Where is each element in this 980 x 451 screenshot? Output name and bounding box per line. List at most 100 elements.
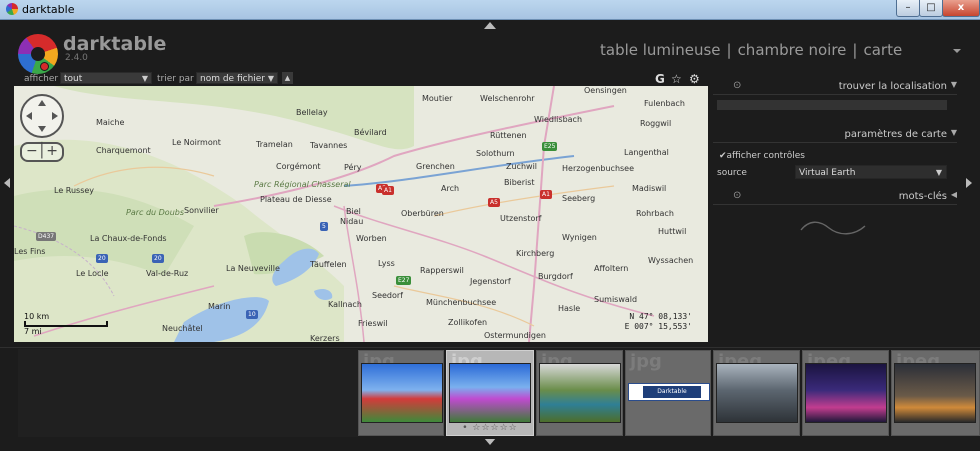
sort-order-button[interactable]: ▲ [282,72,293,84]
find-location-header[interactable]: ⊙ trouver la localisation ▼ [713,80,957,95]
top-panel-toggle-icon[interactable] [484,22,496,29]
pan-arrows-icon [26,100,58,132]
thumb-rating[interactable]: • ☆☆☆☆☆ [447,423,533,433]
map-place-label: Roggwil [640,119,672,128]
close-button[interactable]: x [942,0,980,17]
map-place-label: Wyssachen [648,256,694,265]
app-name: darktable [63,33,167,55]
tags-header[interactable]: ⊙ mots-clés ◀ [713,190,957,205]
chevron-down-icon: ▼ [141,74,148,83]
road-shield: A1 [382,186,394,195]
view-map[interactable]: carte [863,41,902,59]
map-place-label: Marin [208,302,231,311]
map-longitude: E 007° 15,553' [624,322,692,331]
right-panel: ⊙ trouver la localisation ▼ paramètres d… [713,78,957,235]
road-shield: 20 [96,254,108,263]
map-place-label: Le Locle [76,269,109,278]
filmstrip-thumb[interactable]: jpg [358,350,444,436]
map-place-label: Hasle [558,304,581,313]
maximize-button[interactable]: □ [919,0,943,17]
map-place-label: Rüttenen [490,131,527,140]
map-source-value: Virtual Earth [799,168,856,178]
map-place-label: Worben [356,234,387,243]
minimize-button[interactable]: – [896,0,920,17]
map-place-label: Zollikofen [448,318,488,327]
module-reset-icon[interactable]: ⊙ [733,80,741,91]
map-place-label: Charquemont [96,146,151,155]
map-place-label: Fulenbach [644,99,685,108]
map-source-select[interactable]: Virtual Earth ▼ [795,165,947,179]
map-place-label: Täuffelen [310,260,347,269]
scale-mi: 7 mi [24,327,42,336]
filmstrip-thumb[interactable]: jpeg [713,350,800,436]
map-place-label: Maiche [96,118,125,127]
map-place-label: La Chaux-de-Fonds [90,234,167,243]
map-zoom-control[interactable]: −│+ [20,142,64,162]
sort-label: trier par [157,74,194,84]
show-filter-select[interactable]: tout ▼ [60,72,152,84]
filmstrip-thumb[interactable]: jpeg [891,350,980,436]
left-panel-toggle-icon[interactable] [4,178,10,188]
map-scale-bar: 10 km 7 mi [24,312,108,336]
map-place-label: Langenthal [624,148,669,157]
window-title: darktable [22,3,75,16]
sort-value: nom de fichier [200,74,266,84]
map-pan-control[interactable] [20,94,64,138]
map-place-label: Bellelay [296,108,328,117]
map-place-label: Les Fins [14,247,46,256]
map-place-label: Le Noirmont [172,138,221,147]
map-place-label: Plateau de Diesse [260,195,332,204]
grouping-button[interactable]: G [655,72,665,86]
app-version: 2.4.0 [65,53,88,63]
module-reset-icon[interactable]: ⊙ [733,190,741,201]
filmstrip-thumb[interactable]: jpeg [802,350,889,436]
road-shield: 20 [152,254,164,263]
right-panel-toggle-icon[interactable] [966,178,972,188]
show-controls-checkbox[interactable]: ✔afficher contrôles [719,151,805,161]
road-shield: A1 [540,190,552,199]
map-place-label: Grenchen [416,162,455,171]
view-darkroom[interactable]: chambre noire [738,41,847,59]
map-place-label: Moutier [422,94,453,103]
map-place-label: Arch [441,184,460,193]
map-place-label: Oensingen [584,86,627,95]
map-place-label: Sumiswald [594,295,638,304]
zoom-out-icon[interactable]: − [26,143,38,159]
filmstrip-thumb[interactable]: jpg [536,350,623,436]
road-shield: E27 [396,276,412,285]
chevron-down-icon: ▼ [267,74,274,83]
map-canvas[interactable]: −│+ 10 km 7 mi N 47° 08,133' E 007° 15,5… [14,86,708,342]
thumb-image [716,363,798,423]
zoom-in-icon[interactable]: + [46,143,58,159]
window-titlebar: darktable – □ x [0,0,980,20]
map-place-label: Le Russey [54,186,95,195]
map-place-label: La Neuveville [226,264,280,273]
map-place-label: Oberbüren [401,209,444,218]
location-search-input[interactable] [717,100,947,110]
map-settings-title: paramètres de carte [844,129,947,140]
thumb-image [805,363,887,423]
map-settings-header[interactable]: paramètres de carte ▼ [713,128,957,143]
chevron-down-icon: ▼ [935,168,942,177]
show-filter-value: tout [64,74,83,84]
filmstrip-thumb[interactable]: jpg Darktable [625,350,711,436]
filmstrip-empty-area [18,349,358,437]
view-lighttable[interactable]: table lumineuse [600,41,721,59]
map-place-label: Frieswil [358,319,388,328]
map-place-label: Kirchberg [516,249,555,258]
preferences-gear-icon[interactable]: ⚙ [689,72,700,86]
decorative-swirl-icon [800,221,866,235]
bottom-panel-toggle-icon[interactable] [484,438,496,445]
map-place-label: Münchenbuchsee [426,298,497,307]
road-shield: 5 [320,222,328,231]
map-place-label: Corgémont [276,162,321,171]
filmstrip-thumb-selected[interactable]: jpg • ☆☆☆☆☆ [446,350,534,436]
map-place-label: Biel [346,207,361,216]
map-place-label: Nidau [340,217,364,226]
checkmark-icon: ✔ [719,151,727,161]
view-dropdown-icon[interactable] [953,49,961,53]
sort-select[interactable]: nom de fichier ▼ [196,72,278,84]
star-icon[interactable]: ☆ [671,72,682,86]
thumb-image [361,363,443,423]
thumb-extension: jpg [630,351,662,372]
